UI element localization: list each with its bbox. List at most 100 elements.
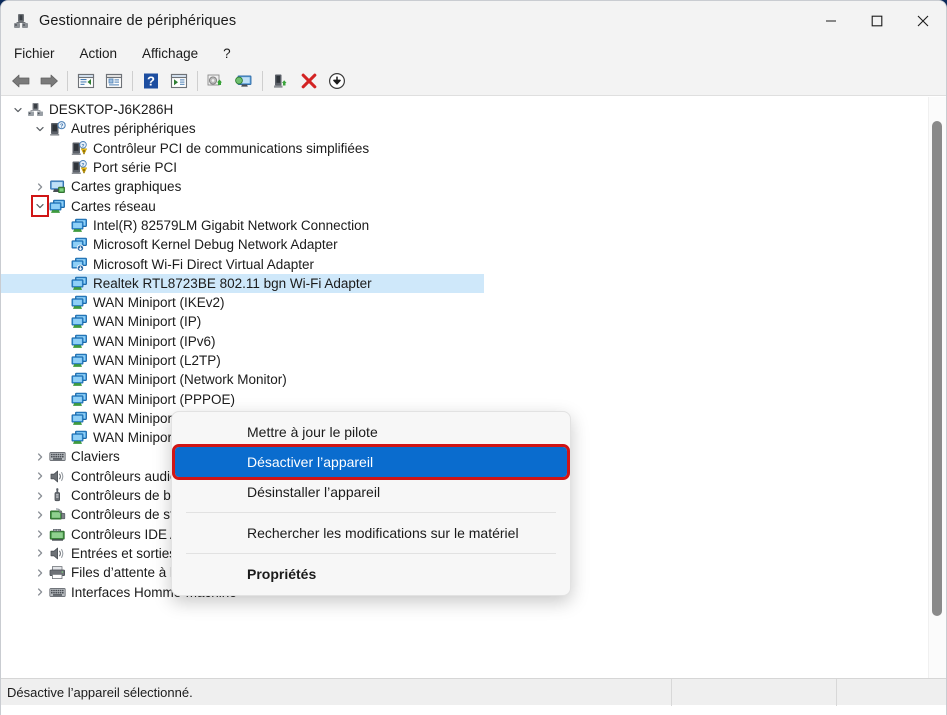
- tree-item[interactable]: WAN Miniport (PPPOE): [1, 389, 924, 408]
- update-driver-icon[interactable]: [202, 68, 230, 94]
- tree-item[interactable]: ? Autres périphériques: [1, 119, 924, 138]
- tree-item-label: WAN Miniport (IPv6): [93, 333, 216, 349]
- unknown-device-icon: ?: [47, 121, 67, 137]
- tree-item[interactable]: DESKTOP-J6K286H: [1, 100, 924, 119]
- warning-device-icon: ?: [69, 140, 89, 156]
- chevron-right-icon[interactable]: [33, 510, 47, 520]
- menu-separator: [186, 512, 556, 513]
- tree-item[interactable]: Realtek RTL8723BE 802.11 bgn Wi-Fi Adapt…: [1, 273, 924, 293]
- back-arrow-icon[interactable]: [7, 68, 35, 94]
- display-adapter-icon: [47, 179, 67, 194]
- chevron-down-icon[interactable]: [31, 195, 49, 218]
- tree-item-label: Contrôleur PCI de communications simplif…: [93, 140, 370, 156]
- window-controls: [808, 1, 946, 40]
- keyboard-icon: [47, 585, 67, 600]
- up-one-level-icon[interactable]: [72, 68, 100, 94]
- context-menu-item[interactable]: Rechercher les modifications sur le maté…: [172, 518, 570, 548]
- network-card-icon: [69, 218, 89, 233]
- chevron-right-icon[interactable]: [33, 182, 47, 192]
- tree-item-label: Port série PCI: [93, 160, 178, 176]
- network-card-icon: [69, 276, 89, 291]
- context-menu-item-label: Désinstaller l’appareil: [247, 484, 381, 500]
- chevron-right-icon[interactable]: [33, 491, 47, 501]
- tree-item[interactable]: WAN Miniport (Network Monitor): [1, 370, 924, 389]
- context-menu-item-label: Propriétés: [247, 566, 317, 582]
- close-icon[interactable]: [900, 1, 946, 40]
- speaker-icon: [47, 469, 67, 484]
- network-card-icon: [69, 411, 89, 426]
- chevron-right-icon[interactable]: [33, 568, 47, 578]
- chevron-right-icon[interactable]: [33, 471, 47, 481]
- ide-controller-icon: [47, 527, 67, 542]
- tree-item[interactable]: Microsoft Kernel Debug Network Adapter: [1, 235, 924, 254]
- minimize-icon[interactable]: [808, 1, 854, 40]
- svg-text:?: ?: [81, 162, 84, 168]
- tree-item-label: Intel(R) 82579LM Gigabit Network Connect…: [93, 217, 370, 233]
- context-menu-item[interactable]: Désinstaller l’appareil: [172, 477, 570, 507]
- toolbar-separator: [67, 70, 68, 91]
- menu-help[interactable]: ?: [223, 46, 231, 61]
- disable-device-icon[interactable]: [323, 68, 351, 94]
- status-bar: Désactive l’appareil sélectionné.: [1, 678, 946, 706]
- toolbar: ?: [1, 66, 946, 96]
- title-bar: Gestionnaire de périphériques: [1, 1, 946, 40]
- tree-item[interactable]: Microsoft Wi-Fi Direct Virtual Adapter: [1, 254, 924, 273]
- forward-arrow-icon[interactable]: [35, 68, 63, 94]
- context-menu-item[interactable]: Propriétés: [172, 559, 570, 589]
- usb-icon: [47, 488, 67, 503]
- tree-item[interactable]: Intel(R) 82579LM Gigabit Network Connect…: [1, 216, 924, 235]
- menu-action[interactable]: Action: [80, 46, 118, 61]
- tree-item[interactable]: Cartes réseau: [1, 195, 924, 218]
- tree-item[interactable]: WAN Miniport (IKEv2): [1, 293, 924, 312]
- tree-item[interactable]: WAN Miniport (L2TP): [1, 351, 924, 370]
- keyboard-icon: [47, 449, 67, 464]
- network-adapter-icon: [47, 199, 67, 214]
- tree-item[interactable]: WAN Miniport (IPv6): [1, 332, 924, 351]
- network-card-icon: [69, 372, 89, 387]
- context-menu[interactable]: Mettre à jour le pilote Désactiver l’appa…: [171, 411, 571, 596]
- toolbar-separator: [262, 70, 263, 91]
- chevron-right-icon[interactable]: [33, 529, 47, 539]
- tree-expander-highlighted[interactable]: [31, 195, 49, 218]
- tree-item-label: Microsoft Wi-Fi Direct Virtual Adapter: [93, 256, 315, 272]
- chevron-right-icon[interactable]: [33, 452, 47, 462]
- menu-affichage[interactable]: Affichage: [142, 46, 198, 61]
- chevron-right-icon[interactable]: [33, 587, 47, 597]
- tree-item-label: DESKTOP-J6K286H: [49, 102, 174, 118]
- context-menu-item[interactable]: Mettre à jour le pilote: [172, 417, 570, 447]
- tree-item-label: Realtek RTL8723BE 802.11 bgn Wi-Fi Adapt…: [93, 275, 372, 291]
- network-card-icon: [69, 430, 89, 445]
- device-manager-window: Gestionnaire de périphériques Fichier Ac…: [0, 0, 947, 715]
- menu-fichier[interactable]: Fichier: [14, 46, 55, 61]
- network-card-icon: [69, 314, 89, 329]
- storage-controller-icon: [47, 507, 67, 522]
- scrollbar-thumb[interactable]: [932, 121, 942, 616]
- help-icon[interactable]: ?: [137, 68, 165, 94]
- context-menu-item[interactable]: Désactiver l’appareil: [172, 444, 570, 480]
- virtual-network-icon: [69, 237, 89, 253]
- tree-item[interactable]: WAN Miniport (IP): [1, 312, 924, 331]
- tree-item[interactable]: ? Contrôleur PCI de communications simpli…: [1, 139, 924, 158]
- device-tree-panel: DESKTOP-J6K286H? Autres périphériques? Con…: [1, 96, 946, 678]
- svg-text:?: ?: [147, 73, 155, 88]
- tree-item-label: Microsoft Kernel Debug Network Adapter: [93, 237, 338, 253]
- maximize-icon[interactable]: [854, 1, 900, 40]
- show-hidden-icon[interactable]: [165, 68, 193, 94]
- speaker-icon: [47, 546, 67, 561]
- enable-device-icon[interactable]: [267, 68, 295, 94]
- scan-hardware-icon[interactable]: [230, 68, 258, 94]
- status-divider: [671, 678, 672, 706]
- tree-item-label: WAN Miniport (L2TP): [93, 353, 221, 368]
- tree-item-label: WAN Miniport (IKEv2): [93, 295, 225, 311]
- vertical-scrollbar[interactable]: [928, 97, 946, 678]
- chevron-right-icon[interactable]: [33, 548, 47, 558]
- chevron-down-icon[interactable]: [33, 124, 47, 134]
- window-title: Gestionnaire de périphériques: [39, 12, 237, 29]
- tree-item[interactable]: ? Port série PCI: [1, 158, 924, 177]
- tree-item-label: WAN Miniport (IP): [93, 314, 202, 330]
- tree-item[interactable]: Cartes graphiques: [1, 177, 924, 196]
- chevron-down-icon[interactable]: [11, 105, 25, 115]
- properties-icon[interactable]: [100, 68, 128, 94]
- uninstall-device-icon[interactable]: [295, 68, 323, 94]
- menu-separator: [186, 553, 556, 554]
